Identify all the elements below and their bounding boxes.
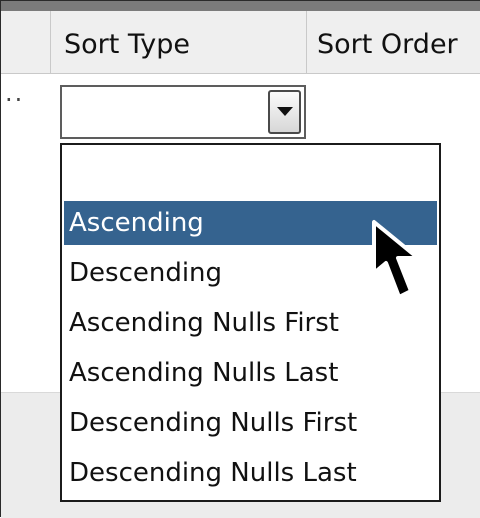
chevron-down-icon[interactable] bbox=[268, 90, 301, 134]
dropdown-option-empty[interactable] bbox=[64, 147, 437, 191]
dropdown-option-descending-nulls-first[interactable]: Descending Nulls First bbox=[64, 401, 437, 445]
dropdown-option-descending-nulls-last[interactable]: Descending Nulls Last bbox=[64, 451, 437, 495]
arrow-cursor-icon bbox=[372, 220, 420, 299]
dropdown-option-label: Ascending Nulls Last bbox=[69, 358, 339, 388]
row-marker: .. bbox=[5, 79, 25, 107]
dropdown-option-label: Descending Nulls Last bbox=[69, 458, 357, 488]
dropdown-option-label: Descending Nulls First bbox=[69, 408, 358, 438]
column-header-sort-type[interactable]: Sort Type bbox=[64, 29, 190, 60]
dropdown-option-ascending-nulls-last[interactable]: Ascending Nulls Last bbox=[64, 351, 437, 395]
sort-type-select[interactable] bbox=[60, 85, 306, 139]
grid-window: Sort Type Sort Order .. Ascending Descen… bbox=[0, 0, 480, 518]
column-divider[interactable] bbox=[50, 11, 51, 73]
window-top-border bbox=[1, 1, 480, 11]
sort-type-dropdown-list[interactable]: Ascending Descending Ascending Nulls Fir… bbox=[60, 143, 441, 502]
column-divider[interactable] bbox=[306, 11, 307, 73]
column-header-sort-order[interactable]: Sort Order bbox=[317, 29, 458, 60]
